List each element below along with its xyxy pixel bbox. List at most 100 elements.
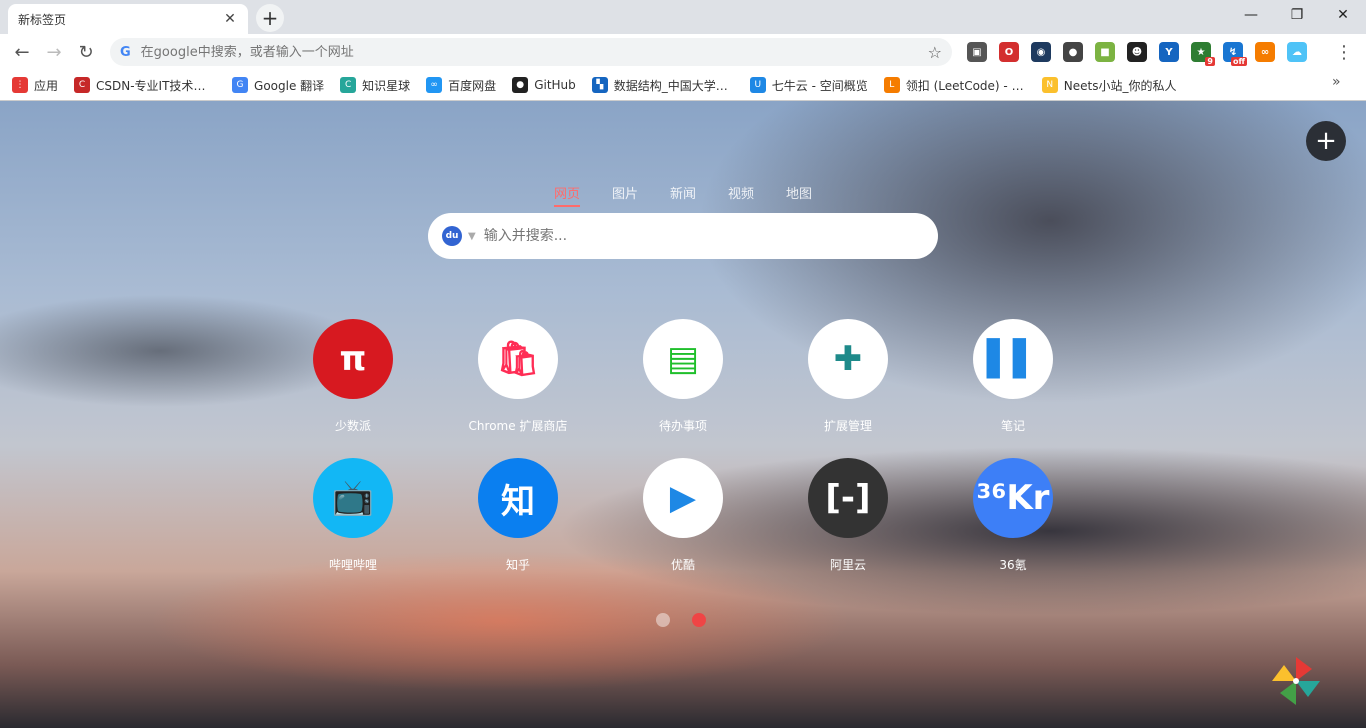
shortcut-label: 待办事项 <box>658 419 707 433</box>
ext-3-icon[interactable]: ◉ <box>1031 42 1051 62</box>
shortcut-tile[interactable]: π 少数派 <box>278 319 428 434</box>
shortcut-icon[interactable]: 知 <box>478 458 558 538</box>
bookmark-label: 领扣 (LeetCode) - 极客 <box>905 78 1026 93</box>
bookmark-item[interactable]: L 领扣 (LeetCode) - 极客 <box>883 77 1026 94</box>
bookmark-label: 应用 <box>34 78 59 93</box>
extension-glyph: ▣ <box>972 46 982 58</box>
bookmark-item[interactable]: U 七牛云 - 空间概览 <box>749 77 868 94</box>
search-tab[interactable]: 图片 <box>612 183 638 207</box>
shortcut-tile[interactable]: ³⁶Kr 36氪 <box>938 458 1088 573</box>
shortcut-tile[interactable]: 知知乎 <box>443 458 593 573</box>
new-tab-button[interactable]: + <box>256 4 284 32</box>
bookmark-item[interactable]: C CSDN-专业IT技术社区 <box>74 77 216 94</box>
baidu-icon[interactable]: du <box>442 226 462 246</box>
tab-close-icon[interactable]: ✕ <box>222 11 238 27</box>
ext-6-icon[interactable]: ☻ <box>1127 42 1147 62</box>
omnibox[interactable]: G ☆ <box>110 38 952 66</box>
bookmark-item[interactable]: ▚ 数据结构_中国大学MOOC <box>591 77 734 94</box>
extension-badge: 9 <box>1205 57 1215 66</box>
extension-glyph: ↯ <box>1228 46 1238 58</box>
menu-button[interactable]: ⋮ <box>1330 38 1358 66</box>
search-input[interactable] <box>483 228 924 244</box>
shortcut-icon[interactable]: ▤ <box>643 319 723 399</box>
back-button[interactable]: ← <box>8 38 36 66</box>
pagination-dots <box>656 613 706 627</box>
bookmark-label: 百度网盘 <box>448 78 497 93</box>
shortcut-icon[interactable]: ▶ <box>643 458 723 538</box>
ext-8-icon[interactable]: ★ 9 <box>1191 42 1215 66</box>
bookmark-icon: N <box>1041 77 1058 93</box>
bookmark-item[interactable]: C 知识星球 <box>340 77 410 94</box>
ext-1-icon[interactable]: ▣ <box>967 42 987 62</box>
bookmark-label: 七牛云 - 空间概览 <box>771 78 868 93</box>
shortcut-tile[interactable]: ✚ 扩展管理 <box>773 319 923 434</box>
bookmark-icon: U <box>749 77 766 93</box>
shortcut-icon[interactable]: ³⁶Kr <box>973 458 1053 538</box>
google-icon: G <box>120 44 131 60</box>
extension-glyph: ★ <box>1196 46 1206 58</box>
search-tab[interactable]: 视频 <box>728 183 754 207</box>
minimize-button[interactable]: — <box>1228 0 1274 30</box>
bookmark-icon: ⋮ <box>12 77 28 93</box>
ext-10-icon[interactable]: ∞ <box>1255 42 1275 62</box>
search-tab[interactable]: 网页 <box>553 183 580 207</box>
forward-button[interactable]: → <box>40 38 68 66</box>
page-dot[interactable] <box>656 613 670 627</box>
search-box[interactable]: du ▼ <box>428 213 938 259</box>
engine-dropdown-icon[interactable]: ▼ <box>468 231 476 242</box>
shortcut-tile[interactable]: 🛍 Chrome 扩展商店 <box>443 319 593 434</box>
bookmark-item[interactable]: ● GitHub <box>512 77 576 93</box>
shortcut-icon[interactable]: ✚ <box>808 319 888 399</box>
ext-7-icon[interactable]: Y <box>1159 42 1179 62</box>
pinwheel-icon[interactable] <box>1272 657 1320 705</box>
extension-glyph: ● <box>1068 46 1078 58</box>
bookmark-icon: ∞ <box>426 77 443 93</box>
extension-glyph: ■ <box>1100 46 1110 58</box>
bookmark-icon: G <box>232 77 249 93</box>
shortcut-tile[interactable]: ▶ 优酷 <box>608 458 758 573</box>
shortcut-icon[interactable]: [-] <box>808 458 888 538</box>
extension-badge: off <box>1231 57 1247 66</box>
bookmark-icon: C <box>340 77 357 93</box>
bookmark-item[interactable]: N Neets小站_你的私人 <box>1041 77 1176 94</box>
ext-5-icon[interactable]: ■ <box>1095 42 1115 62</box>
reload-button[interactable]: ↻ <box>72 38 100 66</box>
shortcut-label: 哔哩哔哩 <box>328 558 377 572</box>
shortcut-icon[interactable]: ▌▌ <box>973 319 1053 399</box>
add-button[interactable]: + <box>1306 121 1346 161</box>
shortcut-tile[interactable]: [-] 阿里云 <box>773 458 923 573</box>
shortcut-icon[interactable]: π <box>313 319 393 399</box>
restore-button[interactable]: ❐ <box>1274 0 1320 30</box>
shortcut-tile[interactable]: 📺 哔哩哔哩 <box>278 458 428 573</box>
tab-strip: 新标签页 ✕ + — ❐ ✕ <box>0 0 1366 34</box>
ext-11-icon[interactable]: ☁ <box>1287 42 1307 62</box>
bookmark-item[interactable]: G Google 翻译 <box>232 77 324 94</box>
extension-glyph: Y <box>1165 46 1173 58</box>
bookmark-item[interactable]: ⋮ 应用 <box>12 77 58 94</box>
tab-new-tab[interactable]: 新标签页 ✕ <box>8 4 248 34</box>
shortcut-label: 知乎 <box>505 558 530 572</box>
shortcut-tile[interactable]: ▤ 待办事项 <box>608 319 758 434</box>
bookmark-label: GitHub <box>534 78 576 92</box>
bookmark-item[interactable]: ∞ 百度网盘 <box>426 77 496 94</box>
ext-2-icon[interactable]: O <box>999 42 1019 62</box>
extension-glyph: ◉ <box>1036 46 1046 58</box>
window-close-button[interactable]: ✕ <box>1320 0 1366 30</box>
shortcut-tile[interactable]: ▌▌ 笔记 <box>938 319 1088 434</box>
bookmark-star-icon[interactable]: ☆ <box>928 43 942 62</box>
page-dot[interactable] <box>692 613 706 627</box>
search-tab[interactable]: 新闻 <box>670 183 696 207</box>
shortcut-label: Chrome 扩展商店 <box>468 419 568 433</box>
shortcut-icon[interactable]: 🛍 <box>478 319 558 399</box>
ext-4-icon[interactable]: ● <box>1063 42 1083 62</box>
extension-glyph: ∞ <box>1260 46 1270 58</box>
ext-9-icon[interactable]: ↯ off <box>1223 42 1247 66</box>
search-tab[interactable]: 地图 <box>786 183 812 207</box>
search-category-tabs: 网页 图片 新闻 视频 地图 <box>0 183 1366 207</box>
omnibox-input[interactable] <box>140 44 928 60</box>
shortcut-icon[interactable]: 📺 <box>313 458 393 538</box>
bookmark-icon: ● <box>512 77 529 93</box>
bookmarks-overflow-button[interactable]: » <box>1332 74 1341 90</box>
toolbar: ← → ↻ G ☆ ▣ O ◉ ● ■ ☻ Y ★9 ↯off ∞ ☁ ⋮ <box>0 34 1366 70</box>
shortcut-label: 少数派 <box>334 419 371 433</box>
